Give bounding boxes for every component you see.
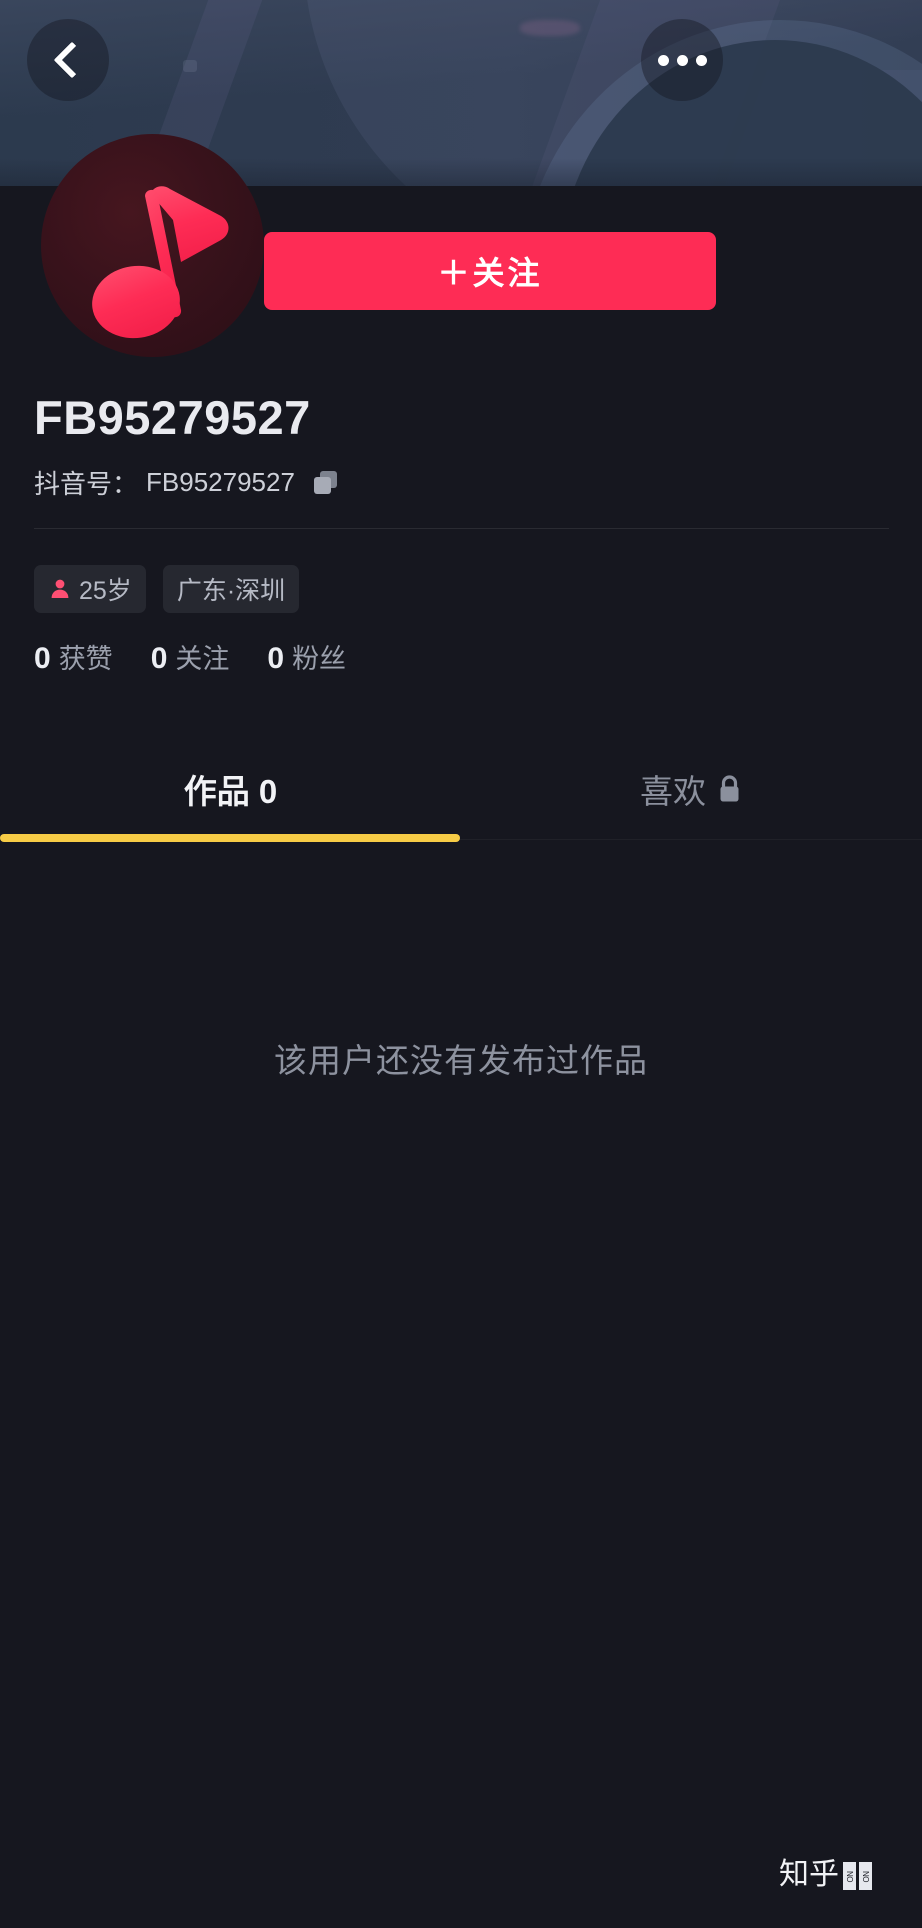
- profile-tabs: 作品 0 喜欢: [0, 740, 922, 838]
- stat-followers-label: 粉丝: [292, 644, 347, 674]
- tab-likes[interactable]: 喜欢: [461, 740, 922, 838]
- zhihu-watermark: 知乎 NO G4YH NO G4YH: [779, 1860, 872, 1890]
- stat-following[interactable]: 0 关注: [151, 637, 230, 676]
- douyin-id-value: FB95279527: [146, 467, 295, 497]
- avatar[interactable]: [41, 134, 264, 357]
- copy-icon[interactable]: [311, 468, 341, 498]
- stat-following-label: 关注: [175, 644, 230, 674]
- stat-likes-count: 0: [34, 642, 51, 675]
- stat-followers[interactable]: 0 粉丝: [267, 637, 346, 676]
- stat-followers-count: 0: [267, 642, 285, 675]
- watermark-handle: NO G4YH NO G4YH: [843, 1862, 872, 1890]
- tab-likes-label: 喜欢: [640, 773, 706, 810]
- stat-likes[interactable]: 0 获赞: [34, 637, 113, 676]
- profile-body: ＋关注 FB95279527 抖音号： FB95279527 25岁 广东·深圳…: [0, 134, 922, 1928]
- back-button[interactable]: [27, 19, 109, 101]
- tag-age-label: 25岁: [79, 577, 132, 605]
- watermark-handle-2: NO G4YH: [859, 1862, 872, 1890]
- douyin-id-row[interactable]: 抖音号： FB95279527: [34, 464, 341, 501]
- watermark-text: 知乎: [779, 1857, 839, 1892]
- follow-button-label: ＋关注: [437, 255, 543, 291]
- music-note-icon: [92, 186, 229, 339]
- page-title: FB95279527: [34, 391, 311, 444]
- person-icon: [51, 579, 69, 598]
- tag-age[interactable]: 25岁: [34, 565, 146, 613]
- douyin-id-label: 抖音号：: [34, 469, 139, 499]
- follow-button[interactable]: ＋关注: [264, 232, 716, 310]
- tab-works[interactable]: 作品 0: [0, 740, 461, 838]
- tag-location[interactable]: 广东·深圳: [162, 565, 300, 613]
- more-horizontal-icon: [657, 54, 707, 66]
- watermark-handle-1: NO G4YH: [843, 1862, 856, 1890]
- stat-following-count: 0: [150, 642, 168, 675]
- profile-tags: 25岁 广东·深圳: [34, 565, 300, 613]
- chevron-left-icon: [53, 41, 90, 79]
- tag-location-label: 广东·深圳: [176, 577, 286, 605]
- empty-state-message: 该用户还没有发布过作品: [274, 1042, 648, 1079]
- tab-active-indicator: [0, 834, 460, 842]
- more-options-button[interactable]: [641, 19, 723, 101]
- tab-works-label: 作品 0: [183, 773, 278, 810]
- douyin-profile-page: ＋关注 FB95279527 抖音号： FB95279527 25岁 广东·深圳…: [0, 0, 922, 1928]
- lock-icon: [720, 775, 739, 802]
- banner-dot: [183, 60, 197, 72]
- banner-blob: [520, 20, 580, 36]
- profile-stats: 0 获赞 0 关注 0 粉丝: [34, 637, 346, 676]
- section-divider: [34, 528, 889, 529]
- stat-likes-label: 获赞: [58, 644, 113, 674]
